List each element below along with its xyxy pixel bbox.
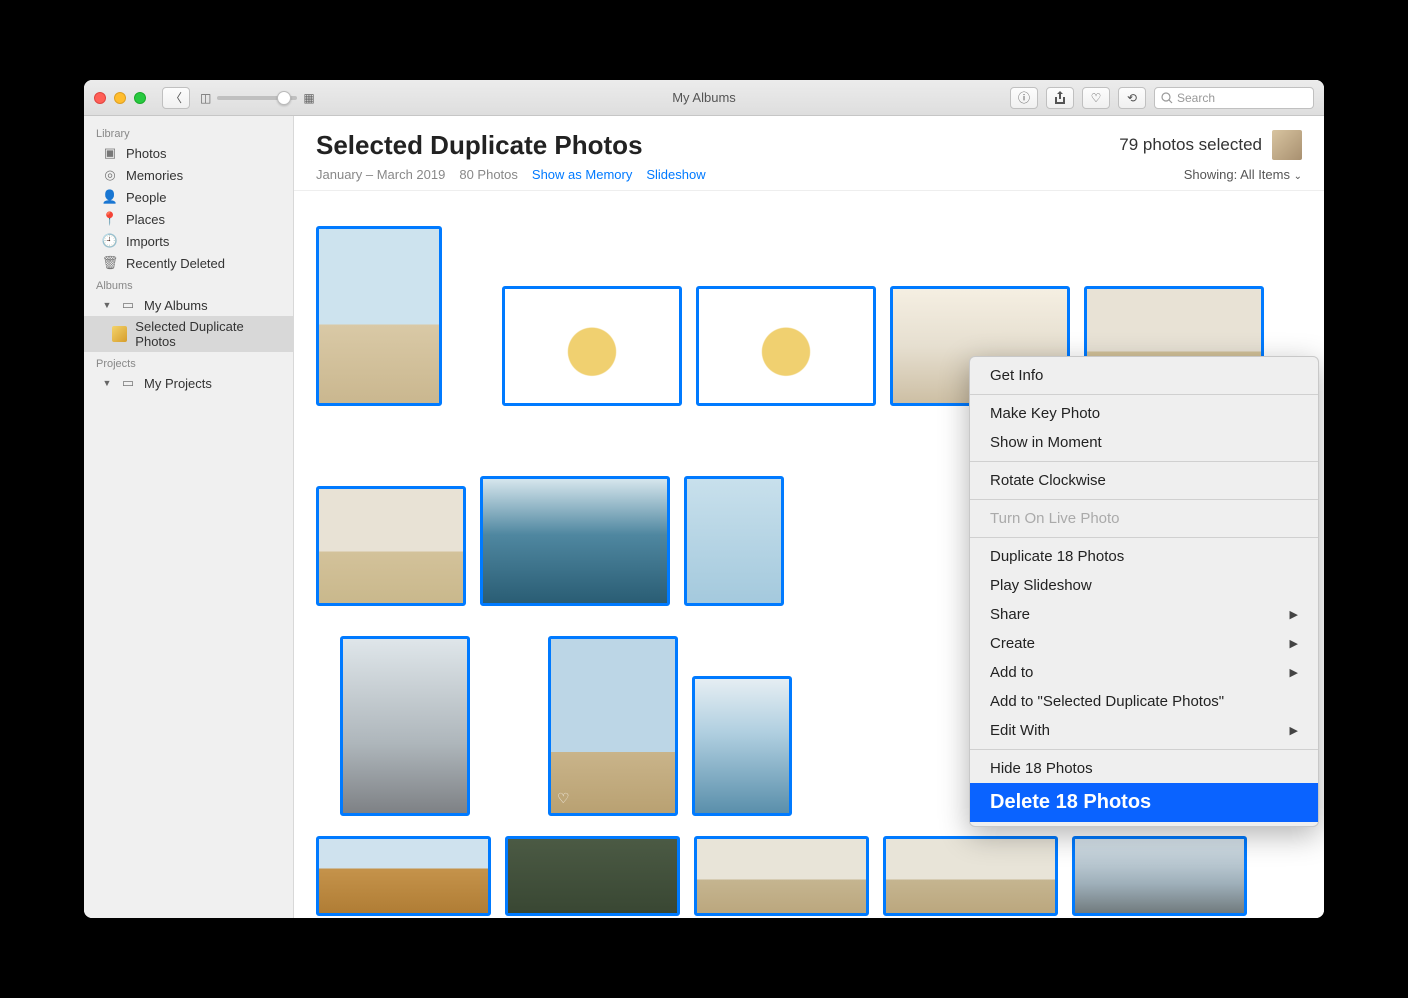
chevron-right-icon: ▶ — [1290, 608, 1298, 621]
share-icon — [1054, 91, 1066, 105]
photo-thumb[interactable] — [696, 286, 876, 406]
menu-share[interactable]: Share▶ — [970, 600, 1318, 629]
photo-thumb[interactable] — [1072, 836, 1247, 916]
photo-thumb[interactable] — [480, 476, 670, 606]
menu-separator — [970, 461, 1318, 462]
minimize-icon[interactable] — [114, 92, 126, 104]
menu-rotate-clockwise[interactable]: Rotate Clockwise — [970, 466, 1318, 495]
main-content: Selected Duplicate Photos 79 photos sele… — [294, 116, 1324, 918]
sidebar-section-projects: Projects — [84, 352, 293, 372]
rotate-button[interactable]: ⟲ — [1118, 87, 1146, 109]
sidebar-toggle-icon[interactable]: ◫ — [200, 91, 211, 105]
menu-separator — [970, 537, 1318, 538]
photo-thumb[interactable] — [316, 226, 442, 406]
show-as-memory-link[interactable]: Show as Memory — [532, 167, 632, 182]
menu-delete-photos[interactable]: Delete 18 Photos — [970, 783, 1318, 822]
sidebar-item-selected-duplicates[interactable]: Selected Duplicate Photos — [84, 316, 293, 352]
menu-play-slideshow[interactable]: Play Slideshow — [970, 571, 1318, 600]
window-controls — [94, 92, 146, 104]
sidebar-item-my-albums[interactable]: ▼ ▭ My Albums — [84, 294, 293, 316]
app-window: 〈 ◫ ▦ My Albums ⓘ ♡ ⟲ Search Library — [84, 80, 1324, 918]
photo-thumb[interactable] — [316, 486, 466, 606]
sidebar-item-places[interactable]: 📍 Places — [84, 208, 293, 230]
selection-count: 79 photos selected — [1119, 130, 1302, 160]
photo-count: 80 Photos — [459, 167, 518, 182]
menu-add-to[interactable]: Add to▶ — [970, 658, 1318, 687]
sidebar-item-imports[interactable]: 🕘 Imports — [84, 230, 293, 252]
info-button[interactable]: ⓘ — [1010, 87, 1038, 109]
share-button[interactable] — [1046, 87, 1074, 109]
sidebar-item-recently-deleted[interactable]: 🗑 Recently Deleted — [84, 252, 293, 274]
photo-thumb[interactable] — [883, 836, 1058, 916]
folder-icon: ▭ — [120, 375, 136, 391]
chevron-right-icon: ▶ — [1290, 666, 1298, 679]
menu-separator — [970, 749, 1318, 750]
menu-separator — [970, 394, 1318, 395]
titlebar: 〈 ◫ ▦ My Albums ⓘ ♡ ⟲ Search — [84, 80, 1324, 116]
key-photo-thumb[interactable] — [1272, 130, 1302, 160]
sub-header: January – March 2019 80 Photos Show as M… — [294, 167, 1324, 191]
folder-icon: ▭ — [120, 297, 136, 313]
people-icon: 👤 — [102, 189, 118, 205]
photo-thumb[interactable] — [316, 836, 491, 916]
menu-make-key-photo[interactable]: Make Key Photo — [970, 399, 1318, 428]
date-range: January – March 2019 — [316, 167, 445, 182]
sidebar: Library ▣ Photos ◎ Memories 👤 People 📍 P… — [84, 116, 294, 918]
chevron-down-icon: ⌄ — [1294, 171, 1302, 182]
chevron-down-icon[interactable]: ▼ — [102, 300, 112, 310]
search-input[interactable]: Search — [1154, 87, 1314, 109]
photo-thumb[interactable] — [694, 836, 869, 916]
zoom-slider[interactable] — [217, 96, 297, 100]
sidebar-item-photos[interactable]: ▣ Photos — [84, 142, 293, 164]
menu-turn-on-live-photo: Turn On Live Photo — [970, 504, 1318, 533]
sidebar-section-albums: Albums — [84, 274, 293, 294]
chevron-down-icon[interactable]: ▼ — [102, 378, 112, 388]
chevron-right-icon: ▶ — [1290, 724, 1298, 737]
trash-icon: 🗑 — [102, 255, 118, 271]
menu-edit-with[interactable]: Edit With▶ — [970, 716, 1318, 745]
page-title: Selected Duplicate Photos — [316, 130, 643, 161]
menu-add-to-album[interactable]: Add to "Selected Duplicate Photos" — [970, 687, 1318, 716]
showing-filter[interactable]: Showing: All Items ⌄ — [1184, 167, 1302, 182]
pin-icon: 📍 — [102, 211, 118, 227]
grid-view-icon[interactable]: ▦ — [303, 91, 314, 105]
menu-create[interactable]: Create▶ — [970, 629, 1318, 658]
album-icon — [112, 326, 127, 342]
photos-icon: ▣ — [102, 145, 118, 161]
sidebar-item-memories[interactable]: ◎ Memories — [84, 164, 293, 186]
search-icon — [1161, 92, 1173, 104]
menu-get-info[interactable]: Get Info — [970, 361, 1318, 390]
photo-thumb[interactable] — [340, 636, 470, 816]
slideshow-link[interactable]: Slideshow — [646, 167, 705, 182]
sidebar-item-my-projects[interactable]: ▼ ▭ My Projects — [84, 372, 293, 394]
context-menu: Get Info Make Key Photo Show in Moment R… — [969, 356, 1319, 827]
chevron-right-icon: ▶ — [1290, 637, 1298, 650]
menu-hide-photos[interactable]: Hide 18 Photos — [970, 754, 1318, 783]
photo-thumb[interactable] — [684, 476, 784, 606]
back-button[interactable]: 〈 — [162, 87, 190, 109]
memories-icon: ◎ — [102, 167, 118, 183]
zoom-icon[interactable] — [134, 92, 146, 104]
menu-show-in-moment[interactable]: Show in Moment — [970, 428, 1318, 457]
favorite-icon: ♡ — [557, 790, 570, 807]
sidebar-section-library: Library — [84, 122, 293, 142]
sidebar-item-people[interactable]: 👤 People — [84, 186, 293, 208]
photo-thumb[interactable] — [505, 836, 680, 916]
photo-thumb[interactable]: ♡ — [548, 636, 678, 816]
photo-thumb[interactable] — [502, 286, 682, 406]
close-icon[interactable] — [94, 92, 106, 104]
photo-thumb[interactable] — [692, 676, 792, 816]
menu-duplicate[interactable]: Duplicate 18 Photos — [970, 542, 1318, 571]
menu-separator — [970, 499, 1318, 500]
clock-icon: 🕘 — [102, 233, 118, 249]
favorite-button[interactable]: ♡ — [1082, 87, 1110, 109]
